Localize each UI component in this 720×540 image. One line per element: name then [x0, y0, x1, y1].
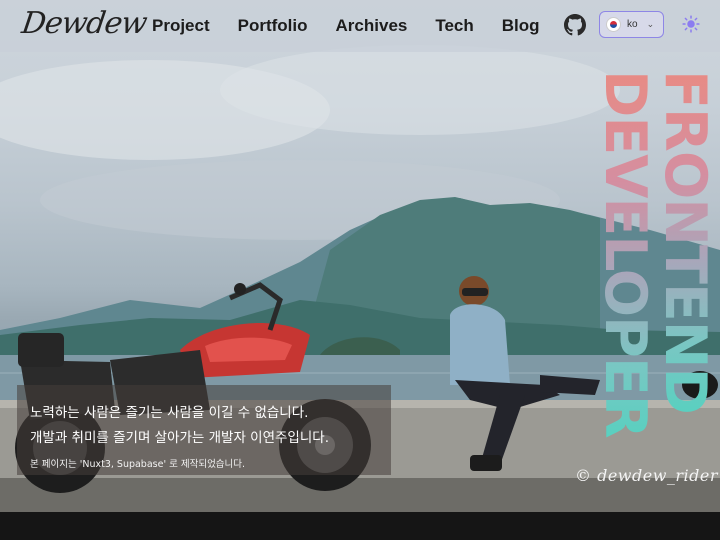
nav-item-tech[interactable]: Tech — [435, 16, 473, 36]
intro-note: 본 페이지는 'Nuxt3, Supabase' 로 제작되었습니다. — [30, 459, 246, 470]
chevron-down-icon: ⌄ — [646, 19, 655, 30]
nav-item-portfolio[interactable]: Portfolio — [238, 16, 308, 36]
bottom-section-edge — [0, 512, 720, 540]
korea-flag-icon — [606, 17, 621, 32]
main-menu: Project Portfolio Archives Tech Blog — [152, 0, 568, 52]
photo-watermark: © dewdew_rider — [575, 466, 719, 485]
nav-item-blog[interactable]: Blog — [502, 16, 540, 36]
hero-title-developer: DEVELOPER — [592, 70, 658, 470]
github-icon[interactable] — [564, 14, 586, 36]
intro-card: 노력하는 사람은 즐기는 사람을 이길 수 없습니다. 개발과 취미를 즐기며 … — [17, 385, 391, 475]
hero-title-frontend: FRONTEND — [652, 70, 718, 470]
hero-title-frontend-text: FRONTEND — [652, 70, 718, 414]
language-selected-label: ko — [627, 19, 638, 30]
nav-item-archives[interactable]: Archives — [336, 16, 408, 36]
hero-title-developer-text: DEVELOPER — [592, 70, 658, 438]
sun-icon[interactable] — [682, 15, 700, 33]
intro-line-2: 개발과 취미를 즐기며 살아가는 개발자 이연주입니다. — [30, 430, 329, 446]
language-selector[interactable]: ko ⌄ — [599, 11, 664, 38]
site-logo[interactable]: Dewdew — [20, 6, 149, 41]
nav-item-project[interactable]: Project — [152, 16, 210, 36]
top-navigation: Dewdew Project Portfolio Archives Tech B… — [0, 0, 720, 52]
intro-line-1: 노력하는 사람은 즐기는 사람을 이길 수 없습니다. — [30, 405, 309, 421]
